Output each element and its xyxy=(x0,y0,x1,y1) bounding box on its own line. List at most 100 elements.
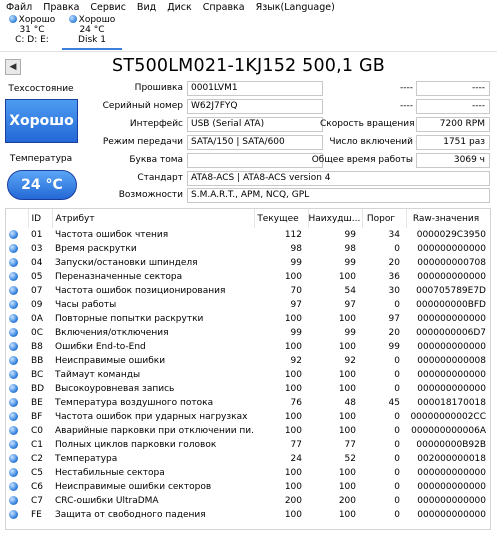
status-dot-icon xyxy=(9,383,18,393)
current-cell: 76 xyxy=(290,398,302,408)
id-cell: FE xyxy=(31,510,42,520)
status-dot-icon xyxy=(9,467,18,477)
disk-tab-1[interactable]: Хорошо 24 °C Disk 1 xyxy=(62,15,122,50)
table-row[interactable]: 0C Включения/отключения 99 99 20 0000000006D7 xyxy=(6,326,490,340)
status-dot-icon xyxy=(9,453,18,463)
status-cell xyxy=(6,298,28,312)
status-column-header[interactable] xyxy=(6,209,29,228)
worst-cell: 200 xyxy=(338,496,356,506)
worst-column-header[interactable]: Наихудш... xyxy=(308,209,363,228)
power-on-hours-label: Общее время работы xyxy=(311,155,413,165)
raw-cell: 002000000018 xyxy=(417,454,486,464)
threshold-cell: 0 xyxy=(394,384,400,394)
id-cell: BF xyxy=(31,412,43,422)
id-cell: 04 xyxy=(31,258,43,268)
table-row[interactable]: C1 Полных циклов парковки головок 77 77 0 000… xyxy=(6,438,490,452)
menu-help[interactable]: Справка xyxy=(203,2,245,13)
table-row[interactable]: 04 Запуски/остановки шпинделя 99 99 20 000000… xyxy=(6,256,490,270)
id-column-header[interactable]: ID xyxy=(28,209,53,228)
raw-cell: 000000000000 xyxy=(417,482,486,492)
power-on-count-field: 1751 раз xyxy=(416,135,490,150)
menu-file[interactable]: Файл xyxy=(6,2,32,13)
table-row[interactable]: 01 Частота ошибок чтения 112 99 34 0000029C39… xyxy=(6,228,490,242)
attribute-cell: Защита от свободного падения xyxy=(55,510,206,520)
table-row[interactable]: 09 Часы работы 97 97 0 000000000BFD xyxy=(6,298,490,312)
table-row[interactable]: BD Высокоуровневая запись 100 100 0 000000000… xyxy=(6,382,490,396)
table-row[interactable]: BF Частота ошибок при ударных нагрузках 10… xyxy=(6,410,490,424)
firmware-label: Прошивка xyxy=(134,83,183,93)
threshold-cell: 20 xyxy=(388,328,400,338)
status-dot-icon xyxy=(68,15,77,23)
temperature-button[interactable]: 24 °C xyxy=(7,170,77,200)
table-row[interactable]: 05 Переназначенные сектора 100 100 36 0000000… xyxy=(6,270,490,284)
table-row[interactable]: C0 Аварийные парковки при отключении пи..… xyxy=(6,424,490,438)
raw-cell: 000018170018 xyxy=(417,398,486,408)
id-cell: BB xyxy=(31,356,44,366)
worst-cell: 92 xyxy=(344,356,356,366)
reserved1-field: ---- xyxy=(416,81,490,96)
attribute-cell: Высокоуровневая запись xyxy=(55,384,175,394)
attribute-cell: Ошибки End-to-End xyxy=(55,342,146,352)
attribute-cell: Частота ошибок при ударных нагрузках xyxy=(55,412,248,422)
menu-edit[interactable]: Правка xyxy=(43,2,79,13)
threshold-cell: 0 xyxy=(394,356,400,366)
attribute-cell: Повторные попытки раскрутки xyxy=(55,314,204,324)
attribute-cell: Запуски/остановки шпинделя xyxy=(55,258,198,268)
current-column-header[interactable]: Текущее xyxy=(254,209,309,228)
features-label: Возможности xyxy=(118,190,183,200)
status-dot-icon xyxy=(9,355,18,365)
rpm-field: 7200 RPM xyxy=(416,117,490,132)
attribute-column-header[interactable]: Атрибут xyxy=(52,209,255,228)
status-cell xyxy=(6,410,28,424)
table-row[interactable]: BC Таймаут команды 100 100 0 000000000000 xyxy=(6,368,490,382)
table-row[interactable]: FE Защита от свободного падения 100 100 0 000… xyxy=(6,508,490,522)
table-row[interactable]: 0A Повторные попытки раскрутки 100 100 97 000… xyxy=(6,312,490,326)
current-cell: 100 xyxy=(284,482,302,492)
raw-cell: 000000000000 xyxy=(417,510,486,520)
menu-disk[interactable]: Диск xyxy=(167,2,192,13)
table-row[interactable]: C7 CRC-ошибки UltraDMA 200 200 0 000000000000 xyxy=(6,494,490,508)
disk-tab-0[interactable]: Хорошо 31 °C C: D: E: xyxy=(2,15,62,50)
threshold-column-header[interactable]: Порог xyxy=(362,209,407,228)
status-dot-icon xyxy=(9,509,18,519)
status-dot-icon xyxy=(9,397,18,407)
table-row[interactable]: BE Температура воздушного потока 76 48 45 000… xyxy=(6,396,490,410)
menu-service[interactable]: Сервис xyxy=(90,2,126,13)
status-dot-icon xyxy=(9,327,18,337)
status-cell xyxy=(6,480,28,494)
worst-cell: 98 xyxy=(344,244,356,254)
table-row[interactable]: B8 Ошибки End-to-End 100 100 99 000000000000 xyxy=(6,340,490,354)
attribute-cell: Частота ошибок позиционирования xyxy=(55,286,226,296)
worst-cell: 100 xyxy=(338,370,356,380)
threshold-cell: 0 xyxy=(394,426,400,436)
status-dot-icon xyxy=(9,271,18,281)
health-status-button[interactable]: Хорошо xyxy=(5,99,78,143)
id-cell: C5 xyxy=(31,468,44,478)
table-row[interactable]: C6 Неисправимые ошибки секторов 100 100 0 000… xyxy=(6,480,490,494)
threshold-cell: 0 xyxy=(394,454,400,464)
worst-cell: 100 xyxy=(338,272,356,282)
raw-cell: 0000000006D7 xyxy=(416,328,486,338)
menu-bar: Файл Правка Сервис Вид Диск Справка Язык… xyxy=(0,0,497,15)
raw-column-header[interactable]: Raw-значения xyxy=(406,209,490,228)
attribute-cell: Неисправимые ошибки xyxy=(55,356,166,366)
current-cell: 100 xyxy=(284,314,302,324)
menu-view[interactable]: Вид xyxy=(137,2,156,13)
table-row[interactable]: C5 Нестабильные сектора 100 100 0 00000000000… xyxy=(6,466,490,480)
raw-cell: 000000000006A xyxy=(411,426,486,436)
menu-language[interactable]: Язык(Language) xyxy=(256,2,335,13)
table-row[interactable]: 03 Время раскрутки 98 98 0 000000000000 xyxy=(6,242,490,256)
status-dot-icon xyxy=(9,243,18,253)
smart-table[interactable]: ID Атрибут Текущее Наихудш... Порог Raw-… xyxy=(5,208,491,530)
status-cell xyxy=(6,368,28,382)
transfer-label: Режим передачи xyxy=(102,137,183,147)
attribute-cell: Неисправимые ошибки секторов xyxy=(55,482,212,492)
table-row[interactable]: BB Неисправимые ошибки 92 92 0 000000000008 xyxy=(6,354,490,368)
worst-cell: 100 xyxy=(338,384,356,394)
worst-cell: 100 xyxy=(338,412,356,422)
status-dot-icon xyxy=(8,15,17,23)
threshold-cell: 0 xyxy=(394,412,400,422)
current-cell: 100 xyxy=(284,384,302,394)
table-row[interactable]: 07 Частота ошибок позиционирования 70 54 30 0… xyxy=(6,284,490,298)
table-row[interactable]: C2 Температура 24 52 0 002000000018 xyxy=(6,452,490,466)
